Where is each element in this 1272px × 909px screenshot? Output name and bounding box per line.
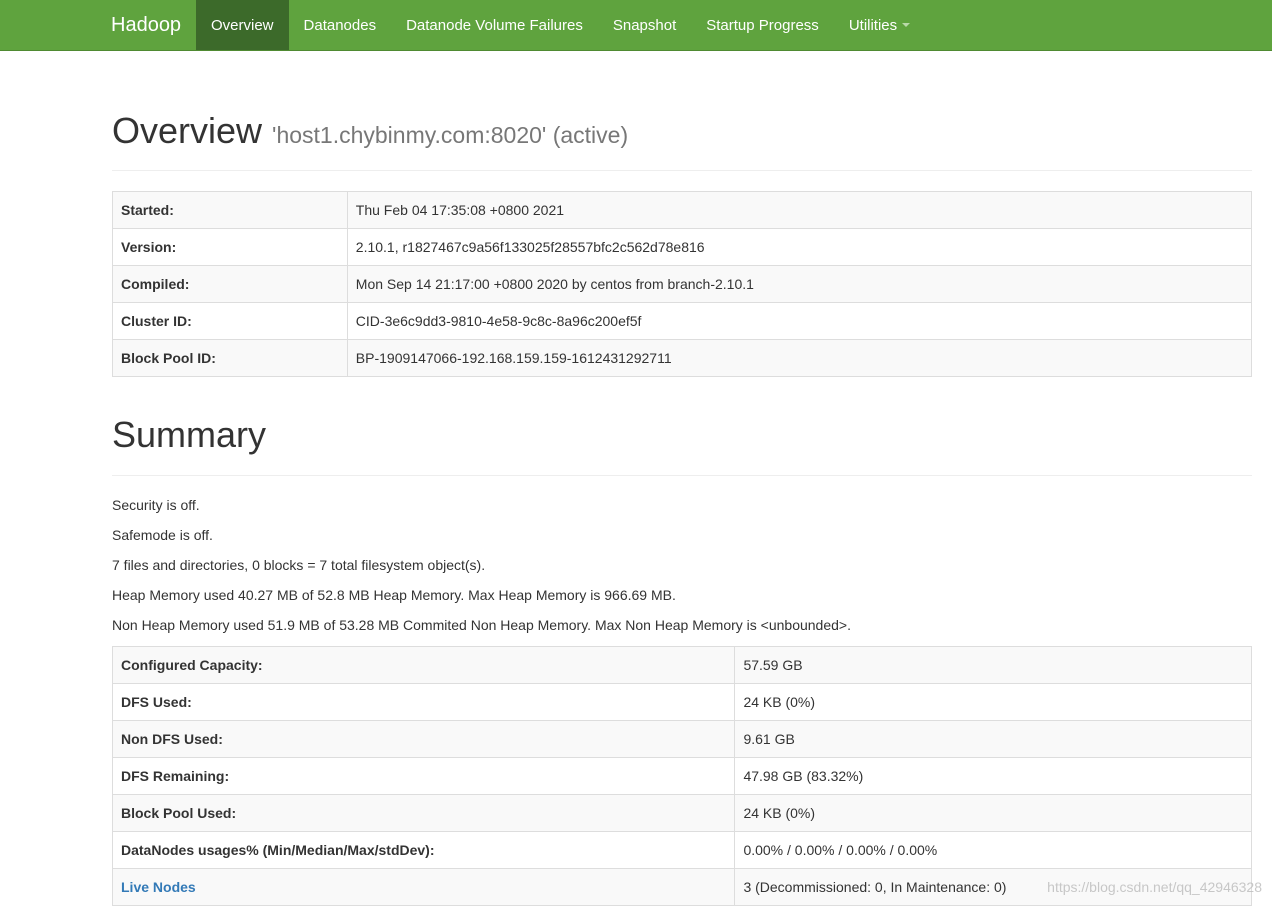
row-label: Version: <box>112 228 348 266</box>
brand-logo[interactable]: Hadoop <box>0 0 196 50</box>
live-nodes-link[interactable]: Live Nodes <box>121 879 196 895</box>
overview-table: Started: Thu Feb 04 17:35:08 +0800 2021 … <box>112 191 1253 377</box>
overview-header: Overview 'host1.chybinmy.com:8020' (acti… <box>112 110 1252 171</box>
table-row: Non DFS Used: 9.61 GB <box>111 720 1252 758</box>
security-status: Security is off. <box>112 497 200 513</box>
row-value: Thu Feb 04 17:35:08 +0800 2021 <box>346 191 1253 229</box>
nav-startup-progress[interactable]: Startup Progress <box>691 0 834 50</box>
row-value: CID-3e6c9dd3-9810-4e58-9c8c-8a96c200ef5f <box>346 302 1253 340</box>
table-row: Started: Thu Feb 04 17:35:08 +0800 2021 <box>112 191 1253 229</box>
summary-table: Configured Capacity: 57.59 GB DFS Used: … <box>111 646 1252 906</box>
row-label: DFS Remaining: <box>111 757 736 795</box>
top-navbar: Hadoop Overview Datanodes Datanode Volum… <box>0 0 1272 51</box>
row-value: Mon Sep 14 21:17:00 +0800 2020 by centos… <box>346 265 1253 303</box>
table-row: Compiled: Mon Sep 14 21:17:00 +0800 2020… <box>112 265 1253 303</box>
caret-down-icon <box>902 23 911 27</box>
nav-datanodes[interactable]: Datanodes <box>289 0 392 50</box>
table-row: DataNodes usages% (Min/Median/Max/stdDev… <box>111 831 1252 869</box>
row-value: 0.00% / 0.00% / 0.00% / 0.00% <box>734 831 1252 869</box>
summary-title: Summary <box>112 414 267 455</box>
row-value: BP-1909147066-192.168.159.159-1612431292… <box>346 339 1253 377</box>
nav-overview[interactable]: Overview <box>196 0 289 50</box>
row-value: 9.61 GB <box>734 720 1252 758</box>
row-label: Configured Capacity: <box>111 646 736 684</box>
nav-snapshot[interactable]: Snapshot <box>598 0 691 50</box>
row-label: DataNodes usages% (Min/Median/Max/stdDev… <box>111 831 736 869</box>
row-label: Block Pool Used: <box>111 794 736 832</box>
row-label: Cluster ID: <box>112 302 348 340</box>
live-nodes-cell: Live Nodes <box>111 868 736 906</box>
summary-header: Summary <box>112 414 1252 476</box>
table-row: Cluster ID: CID-3e6c9dd3-9810-4e58-9c8c-… <box>112 302 1253 340</box>
filesystem-objects: 7 files and directories, 0 blocks = 7 to… <box>112 557 486 573</box>
nav-utilities-dropdown[interactable]: Utilities <box>834 0 925 50</box>
row-label: DFS Used: <box>111 683 736 721</box>
row-value: 24 KB (0%) <box>734 794 1252 832</box>
row-value: 47.98 GB (83.32%) <box>734 757 1252 795</box>
summary-table-wrap: Configured Capacity: 57.59 GB DFS Used: … <box>111 646 1252 906</box>
row-label: Started: <box>112 191 348 229</box>
table-row: Block Pool ID: BP-1909147066-192.168.159… <box>112 339 1253 377</box>
nav-utilities-label: Utilities <box>848 16 898 34</box>
table-row: DFS Used: 24 KB (0%) <box>111 683 1252 721</box>
safemode-status: Safemode is off. <box>112 527 213 543</box>
overview-title-text: Overview <box>112 110 263 151</box>
table-row: Block Pool Used: 24 KB (0%) <box>111 794 1252 832</box>
overview-table-wrap: Started: Thu Feb 04 17:35:08 +0800 2021 … <box>112 191 1253 377</box>
row-value: 24 KB (0%) <box>734 683 1252 721</box>
overview-title: Overview 'host1.chybinmy.com:8020' (acti… <box>112 110 628 151</box>
watermark: https://blog.csdn.net/qq_42946328 <box>1047 879 1262 895</box>
table-row: DFS Remaining: 47.98 GB (83.32%) <box>111 757 1252 795</box>
overview-subtitle: 'host1.chybinmy.com:8020' (active) <box>272 122 629 148</box>
row-label: Block Pool ID: <box>112 339 348 377</box>
row-value: 57.59 GB <box>734 646 1252 684</box>
nav-datanode-volume-failures[interactable]: Datanode Volume Failures <box>391 0 598 50</box>
table-row: Configured Capacity: 57.59 GB <box>111 646 1252 684</box>
heap-memory: Heap Memory used 40.27 MB of 52.8 MB Hea… <box>112 587 676 603</box>
row-label: Compiled: <box>112 265 348 303</box>
non-heap-memory: Non Heap Memory used 51.9 MB of 53.28 MB… <box>112 617 851 633</box>
row-label: Non DFS Used: <box>111 720 736 758</box>
row-value: 2.10.1, r1827467c9a56f133025f28557bfc2c5… <box>346 228 1253 266</box>
table-row: Version: 2.10.1, r1827467c9a56f133025f28… <box>112 228 1253 266</box>
